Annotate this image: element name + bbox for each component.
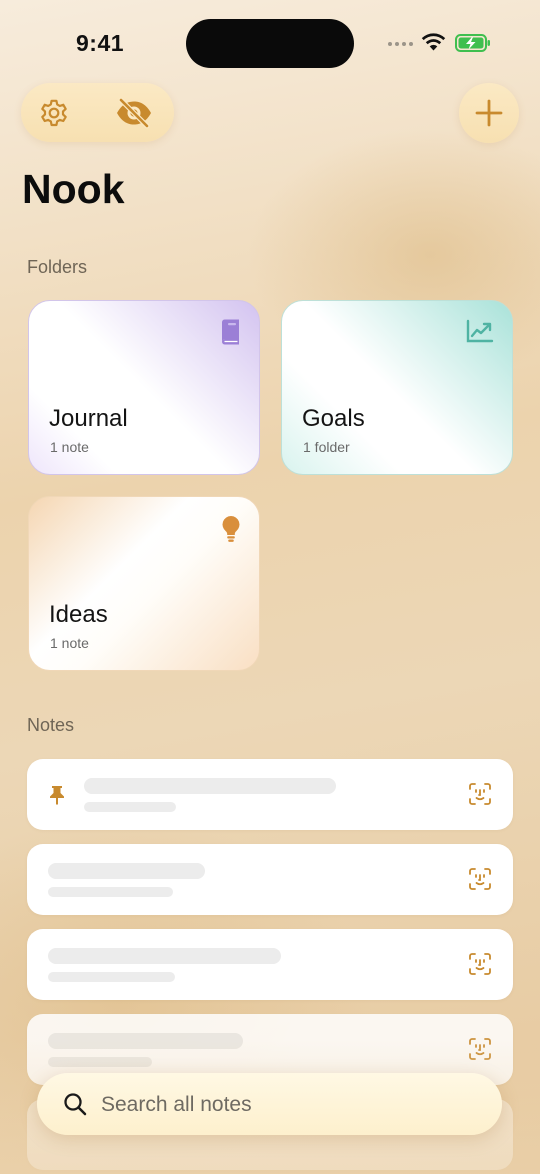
note-title-placeholder bbox=[48, 948, 281, 964]
battery-charging-icon bbox=[455, 34, 490, 52]
note-row[interactable] bbox=[27, 929, 513, 1000]
cellular-signal-icon bbox=[388, 42, 413, 46]
notes-section-label: Notes bbox=[27, 715, 75, 735]
note-row[interactable] bbox=[27, 844, 513, 915]
chart-line-icon bbox=[466, 319, 494, 343]
note-title-placeholder bbox=[48, 863, 205, 879]
folder-name: Ideas bbox=[49, 601, 108, 628]
pin-icon bbox=[50, 786, 64, 805]
dynamic-island bbox=[186, 19, 354, 68]
face-id-icon bbox=[469, 868, 491, 890]
face-id-icon bbox=[469, 783, 491, 805]
note-subtitle-placeholder bbox=[48, 887, 173, 897]
gear-icon bbox=[41, 99, 67, 127]
folders-section-label: Folders bbox=[27, 257, 88, 277]
page-title: Nook bbox=[22, 166, 125, 212]
folder-name: Journal bbox=[49, 405, 128, 432]
note-subtitle-placeholder bbox=[84, 802, 176, 812]
search-bar[interactable]: Search all notes bbox=[37, 1073, 502, 1135]
folder-count: 1 folder bbox=[303, 439, 350, 455]
folder-name: Goals bbox=[302, 405, 365, 432]
folder-count: 1 note bbox=[50, 635, 89, 651]
status-time: 9:41 bbox=[76, 30, 125, 56]
face-id-icon bbox=[469, 953, 491, 975]
search-icon bbox=[64, 1093, 87, 1116]
eye-off-icon bbox=[117, 97, 151, 129]
search-placeholder: Search all notes bbox=[101, 1093, 252, 1116]
folder-card-journal[interactable]: Journal 1 note bbox=[28, 300, 260, 475]
lightbulb-icon bbox=[222, 516, 240, 542]
folder-card-goals[interactable]: Goals 1 folder bbox=[281, 300, 513, 475]
folder-count: 1 note bbox=[50, 439, 89, 455]
add-button[interactable] bbox=[459, 83, 519, 143]
plus-icon bbox=[475, 99, 503, 127]
header-controls-pill bbox=[21, 83, 174, 142]
status-bar: 9:41 bbox=[0, 0, 540, 90]
folder-card-ideas[interactable]: Ideas 1 note bbox=[28, 496, 260, 671]
book-icon bbox=[222, 319, 239, 345]
note-title-placeholder bbox=[84, 778, 336, 794]
wifi-icon bbox=[421, 33, 446, 51]
toggle-visibility-button[interactable] bbox=[112, 91, 156, 135]
settings-button[interactable] bbox=[32, 91, 76, 135]
note-row[interactable] bbox=[27, 759, 513, 830]
note-subtitle-placeholder bbox=[48, 972, 175, 982]
